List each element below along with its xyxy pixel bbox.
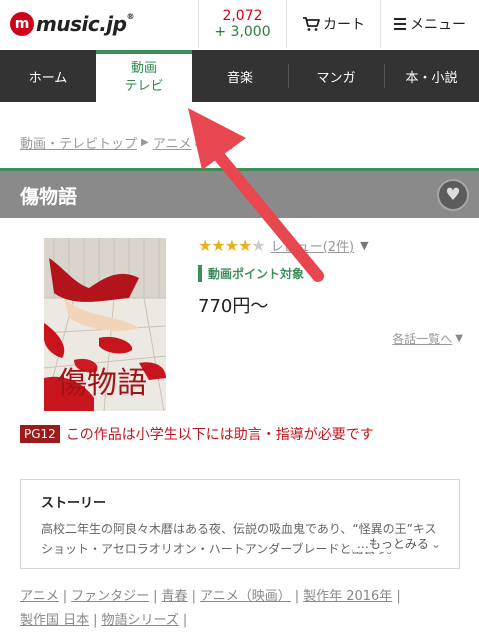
registered-mark: ®	[126, 12, 134, 21]
age-warning: PG12 この作品は小学生以下には助言・指導が必要です	[20, 424, 374, 444]
tag-link[interactable]: アニメ	[20, 589, 59, 604]
title-bar: 傷物語 ♥	[0, 168, 479, 218]
heart-icon: ♥	[445, 185, 461, 205]
nav-music[interactable]: 音楽	[192, 50, 288, 102]
story-box: ストーリー 高校二年生の阿良々木暦はある夜、伝説の吸血鬼であり、“怪異の王”キス…	[20, 479, 460, 569]
chevron-down-icon: ▼	[455, 333, 463, 344]
nav-books[interactable]: 本・小説	[384, 50, 479, 102]
breadcrumb-current: 物語	[207, 137, 234, 152]
cover-image[interactable]: 傷物語	[44, 238, 166, 411]
tag-link[interactable]: 物語シリーズ	[102, 613, 179, 628]
read-more-button[interactable]: …もっとみる ⌄	[352, 535, 441, 552]
top-header: m music.jp® 2,072 + 3,000 カート メニュー	[0, 0, 479, 48]
tag-link[interactable]: 青春	[162, 589, 188, 604]
logo-wordmark: music.jp	[36, 12, 127, 36]
nav-video-label-1: 動画	[130, 61, 157, 76]
nav-manga[interactable]: マンガ	[288, 50, 384, 102]
menu-button[interactable]: メニュー	[380, 0, 479, 48]
star-rating: ★★★★★	[198, 236, 266, 255]
nav-manga-label: マンガ	[316, 70, 356, 86]
nav-music-label: 音楽	[226, 70, 253, 86]
chevron-down-icon: ⌄	[430, 536, 441, 551]
breadcrumb-separator-icon: ▶	[195, 137, 204, 148]
tag-link[interactable]: ファンタジー	[71, 589, 149, 604]
episodes-label: 各話一覧へ	[392, 332, 453, 346]
nav-books-label: 本・小説	[405, 70, 458, 86]
story-heading: ストーリー	[41, 496, 107, 511]
read-more-label: …もっとみる	[356, 537, 429, 551]
cover-art: 傷物語	[44, 238, 166, 411]
breadcrumb-anime[interactable]: アニメ	[153, 133, 192, 152]
hamburger-icon	[394, 18, 406, 30]
favorite-button[interactable]: ♥	[437, 179, 469, 211]
logo-text: music.jp®	[36, 12, 134, 36]
points-balance[interactable]: 2,072 + 3,000	[198, 0, 286, 48]
tag-list: アニメ | ファンタジー | 青春 | アニメ（映画） | 製作年 2016年 | 製作国 日本 | 物…	[20, 589, 401, 628]
breadcrumb-video-top[interactable]: 動画・テレビトップ	[20, 133, 137, 152]
review-link[interactable]: レビュー(2件)	[271, 236, 354, 255]
main-nav: ホーム 動画 テレビ 音楽 マンガ 本・小説	[0, 50, 479, 102]
star-icon: ★★★★	[198, 236, 252, 255]
star-empty-icon: ★	[251, 236, 265, 255]
cart-button[interactable]: カート	[286, 0, 380, 48]
tag-link[interactable]: 製作国 日本	[20, 613, 89, 628]
cart-label: カート	[323, 17, 365, 33]
logo-mark-icon: m	[10, 12, 34, 36]
points-red: 2,072	[222, 8, 263, 24]
price: 770円〜	[198, 296, 269, 317]
breadcrumb-separator-icon: ▶	[141, 137, 149, 148]
tag-link[interactable]: アニメ（映画）	[200, 589, 291, 604]
rating-row: ★★★★★ レビュー(2件) ▼	[198, 236, 369, 255]
menu-label: メニュー	[410, 17, 466, 33]
episodes-link[interactable]: 各話一覧へ ▼	[392, 330, 463, 347]
pg12-badge: PG12	[20, 425, 60, 443]
page-title: 傷物語	[20, 186, 78, 208]
age-warning-text: この作品は小学生以下には助言・指導が必要です	[65, 427, 374, 443]
tag-link[interactable]: 製作年 2016年	[303, 589, 392, 604]
review-dropdown-icon[interactable]: ▼	[360, 239, 368, 252]
cover-title-text: 傷物語	[57, 366, 147, 401]
nav-video-tv[interactable]: 動画 テレビ	[96, 50, 192, 102]
points-green: + 3,000	[214, 24, 271, 40]
site-logo[interactable]: m music.jp®	[0, 0, 198, 48]
nav-home-label: ホーム	[28, 70, 68, 86]
cart-icon	[303, 17, 320, 31]
nav-home[interactable]: ホーム	[0, 50, 96, 102]
nav-video-label-2: テレビ	[124, 79, 164, 94]
video-points-badge: 動画ポイント対象	[198, 265, 304, 282]
breadcrumb: 動画・テレビトップ ▶ アニメ ▶ 物語	[20, 133, 233, 152]
